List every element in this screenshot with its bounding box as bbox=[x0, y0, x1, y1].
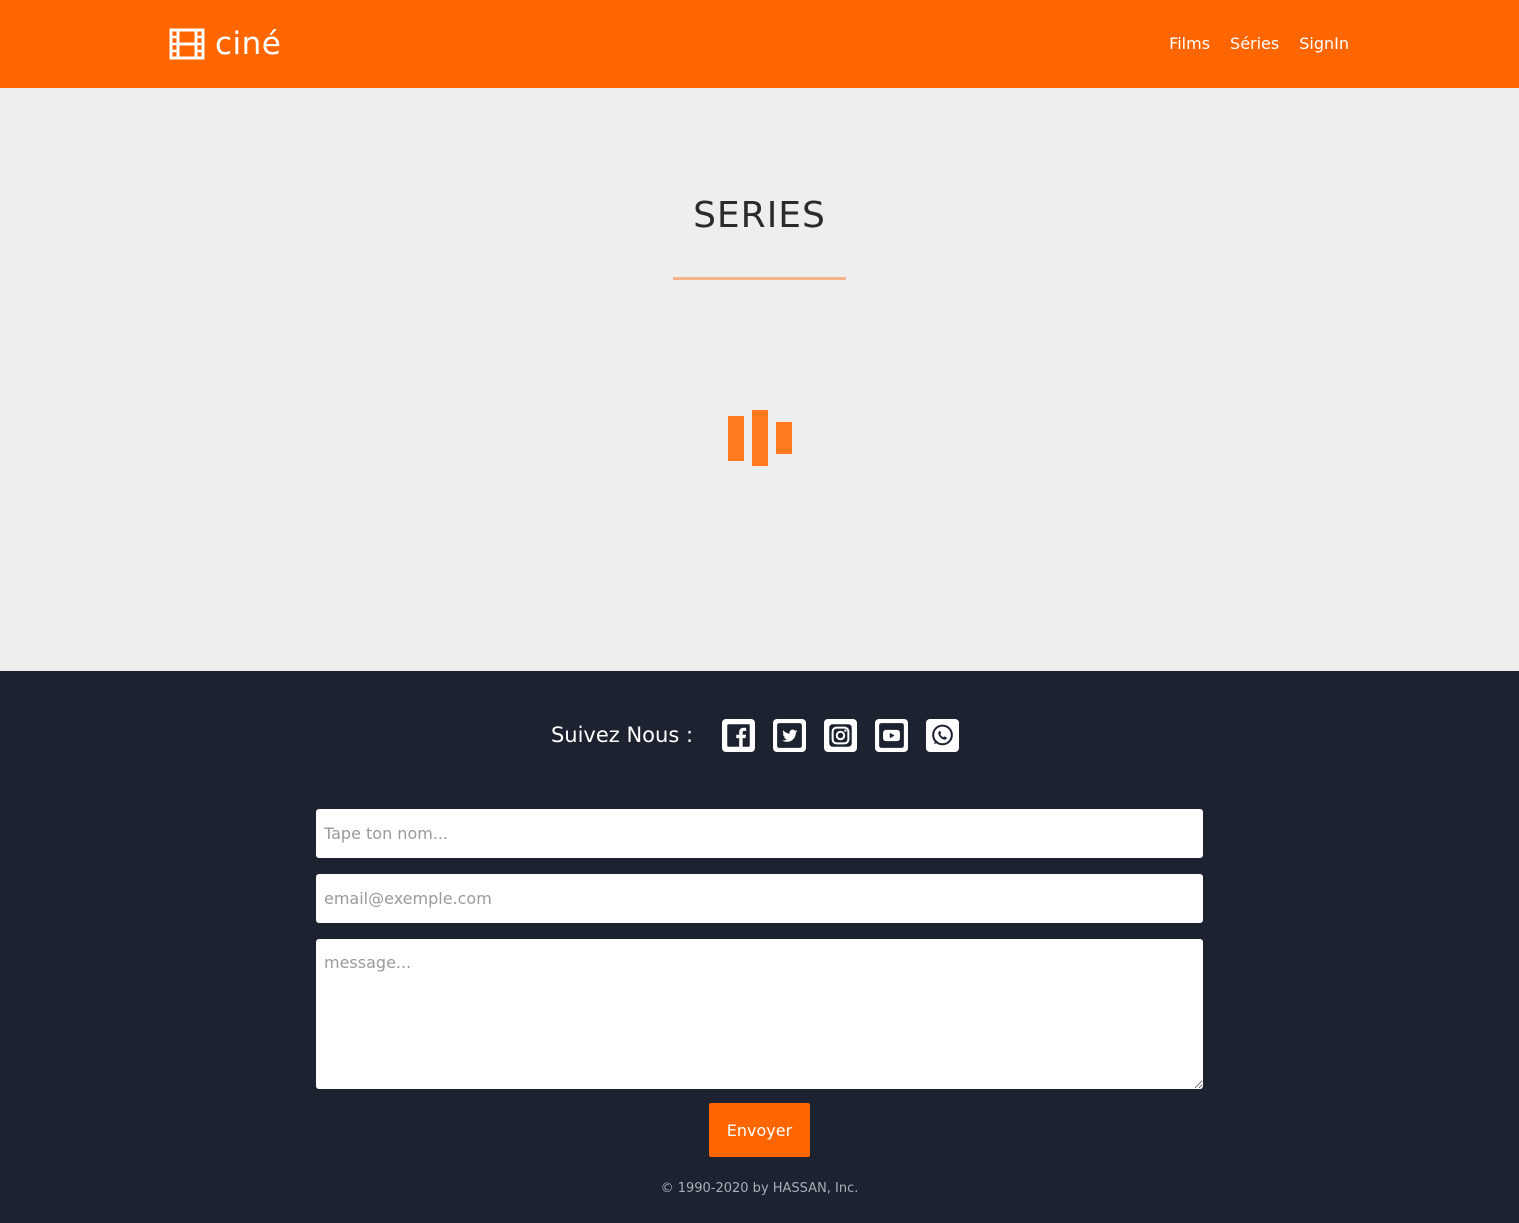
send-button[interactable]: Envoyer bbox=[709, 1103, 810, 1157]
loader-bar bbox=[776, 422, 792, 454]
page-title: SERIES bbox=[693, 195, 826, 236]
facebook-icon[interactable] bbox=[722, 718, 756, 752]
site-footer: Suivez Nous : Envoyer © 1990-2020 by HAS… bbox=[0, 671, 1519, 1223]
name-input[interactable] bbox=[316, 809, 1203, 858]
nav-link-films[interactable]: Films bbox=[1169, 31, 1210, 57]
loading-bars-icon bbox=[728, 410, 793, 466]
social-links: Suivez Nous : bbox=[0, 717, 1519, 753]
brand-name: ciné bbox=[215, 26, 282, 62]
nav-link-series[interactable]: Séries bbox=[1230, 31, 1279, 57]
loader-bar bbox=[728, 416, 744, 461]
title-divider bbox=[673, 277, 846, 280]
loader-bar bbox=[752, 410, 768, 466]
film-icon bbox=[169, 26, 205, 62]
main-content: SERIES bbox=[0, 88, 1519, 671]
instagram-icon[interactable] bbox=[824, 718, 858, 752]
nav-link-signin[interactable]: SignIn bbox=[1299, 31, 1349, 57]
brand-logo-link[interactable]: ciné bbox=[169, 24, 281, 64]
twitter-icon[interactable] bbox=[773, 718, 807, 752]
whatsapp-icon[interactable] bbox=[926, 718, 960, 752]
contact-form: Envoyer bbox=[316, 809, 1203, 1157]
main-nav: Films Séries SignIn bbox=[1169, 31, 1349, 57]
message-textarea[interactable] bbox=[316, 939, 1203, 1089]
email-input[interactable] bbox=[316, 874, 1203, 923]
site-header: ciné Films Séries SignIn bbox=[0, 0, 1519, 88]
follow-us-label: Suivez Nous : bbox=[550, 723, 694, 747]
copyright-text: © 1990-2020 by HASSAN, Inc. bbox=[660, 1181, 859, 1196]
youtube-icon[interactable] bbox=[875, 718, 909, 752]
